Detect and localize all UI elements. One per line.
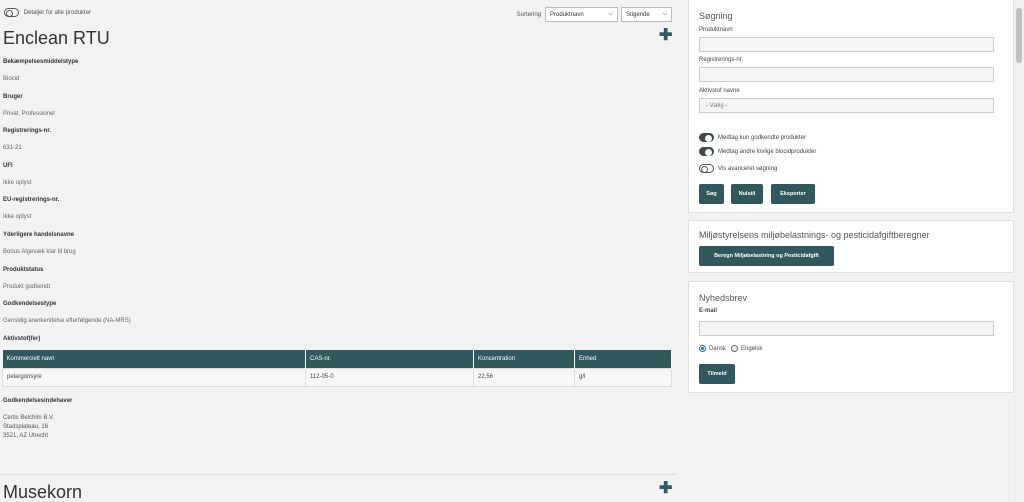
column-header: Kommercielt navn (2, 350, 306, 368)
holder-address: Certis Belchim B.V. Stadsplateau, 16 352… (3, 414, 54, 441)
calculator-panel: Miljøstyrelsens miljøbelastnings- og pes… (688, 220, 1014, 273)
toggle-other-biocides[interactable]: Medtag andre lovlige biocidprodukter (699, 147, 816, 156)
email-label: E-mail (699, 308, 718, 314)
table-header-row: Kommercielt navn CAS-nr. Koncentration E… (2, 350, 672, 368)
field-value: Privat, Professionel (3, 111, 55, 117)
field-label: Godkendelsestype (3, 301, 57, 307)
toggle-switch-icon[interactable] (4, 8, 19, 17)
column-header: Koncentration (473, 350, 575, 368)
scrollbar-thumb[interactable] (1016, 8, 1022, 63)
toggle-approved-label: Medtag kun godkendte produkter (718, 134, 807, 141)
field-label: Bruger (3, 94, 23, 100)
table-cell: 112-05-0 (305, 367, 474, 387)
radio-dansk[interactable] (699, 345, 706, 352)
field-label: EU-registrerings-nr. (3, 197, 60, 203)
sort-field-value: Produktnavn (550, 11, 584, 18)
field-value: Ikke oplyst (3, 180, 32, 186)
reg-number-input[interactable] (699, 67, 994, 82)
toggle-switch-icon[interactable] (699, 164, 714, 173)
field-value: 631-21 (3, 145, 22, 151)
language-options: Dansk Engelsk (699, 345, 762, 352)
add-product-icon[interactable]: ✚ (659, 28, 672, 44)
calculator-title: Miljøstyrelsens miljøbelastnings- og pes… (699, 230, 930, 240)
field-label: Bekæmpelsesmiddelstype (3, 59, 79, 65)
results-column: Detaljer for alle produkter Sortering Pr… (0, 0, 676, 502)
product-title: Musekorn (3, 482, 83, 502)
field-label: Yderligere handelsnavne (3, 232, 75, 238)
sort-label: Sortering (516, 11, 541, 18)
sort-order-select[interactable]: Stigende ⌵ (621, 7, 672, 22)
newsletter-title: Nyhedsbrev (699, 293, 748, 303)
toggle-switch-icon[interactable] (699, 133, 714, 142)
toggle-advanced-label: Vis avanceret søgning (718, 165, 778, 172)
toggle-other-label: Medtag andre lovlige biocidprodukter (718, 148, 817, 155)
email-input[interactable] (699, 321, 994, 336)
toggle-switch-icon[interactable] (699, 147, 714, 156)
field-value: Bonus Algevæk klar til brug (3, 249, 76, 255)
field-value: Gensidig anerkendelse efterfølgende (NA-… (3, 318, 131, 324)
holder-street: Stadsplateau, 16 (3, 424, 49, 430)
toggle-approved[interactable]: Medtag kun godkendte produkter (699, 133, 806, 142)
sort-field-select[interactable]: Produktnavn ⌵ (545, 7, 618, 22)
scrollbar[interactable] (1014, 0, 1024, 502)
field-value: Biocid (3, 76, 20, 82)
column-header: CAS-nr. (305, 350, 474, 368)
toggle-advanced-search[interactable]: Vis avanceret søgning (699, 164, 777, 173)
chevron-down-icon: ⌵ (662, 11, 667, 17)
product-name-label: Produktnavn (699, 27, 733, 33)
field-label: Produktstatus (3, 267, 44, 273)
active-substances-label: Aktivstof(fer) (3, 336, 41, 342)
details-toggle-label: Detaljer for alle produkter (23, 9, 92, 16)
calculate-button[interactable]: Beregn Miljøbelastning og Pesticidafgift (699, 246, 834, 266)
radio-dansk-label: Dansk (709, 345, 727, 352)
table-cell: g/l (574, 367, 672, 387)
radio-engelsk[interactable] (731, 345, 739, 352)
export-button[interactable]: Eksporter (771, 184, 815, 204)
table-cell: pelargonsyre (2, 367, 306, 387)
subscribe-button[interactable]: Tilmeld (699, 364, 735, 384)
radio-engelsk-label: Engelsk (741, 345, 763, 352)
product-divider (0, 474, 676, 475)
product-title: Enclean RTU (3, 28, 110, 48)
product-name-input[interactable] (699, 37, 994, 52)
reg-number-label: Registrerings-nr. (699, 57, 744, 63)
table-row: pelargonsyre 112-05-0 22,56 g/l (2, 367, 672, 387)
reset-button[interactable]: Nulstil (731, 184, 763, 204)
holder-label: Godkendelsesindehaver (3, 398, 73, 404)
field-label: Registrerings-nr. (3, 128, 52, 134)
details-toggle[interactable]: Detaljer for alle produkter (4, 8, 91, 17)
field-value: Produkt godkendt (3, 284, 51, 290)
search-panel: Søgning Produktnavn Registrerings-nr. Ak… (688, 0, 1014, 213)
column-header: Enhed (574, 350, 672, 368)
chevron-down-icon: ⌵ (608, 11, 613, 17)
search-title: Søgning (699, 11, 733, 21)
field-value: Ikke oplyst (3, 214, 32, 220)
newsletter-panel: Nyhedsbrev E-mail Dansk Engelsk Tilmeld (688, 281, 1014, 393)
sort-controls: Sortering Produktnavn ⌵ Stigende ⌵ (517, 7, 672, 22)
holder-name: Certis Belchim B.V. (3, 415, 55, 421)
field-label: UFI (3, 163, 13, 169)
add-product-icon[interactable]: ✚ (659, 481, 672, 497)
active-substances-table: Kommercielt navn CAS-nr. Koncentration E… (2, 350, 672, 387)
sort-order-value: Stigende (626, 11, 650, 18)
active-substance-select[interactable]: - Vælg - (699, 98, 994, 113)
table-cell: 22,56 (473, 367, 575, 387)
results-toolbar: Detaljer for alle produkter Sortering Pr… (4, 7, 672, 23)
holder-city: 3521, AZ Utrecht (3, 433, 49, 439)
search-button[interactable]: Søg (699, 184, 724, 204)
active-substance-label: Aktivstof navne (699, 88, 740, 94)
